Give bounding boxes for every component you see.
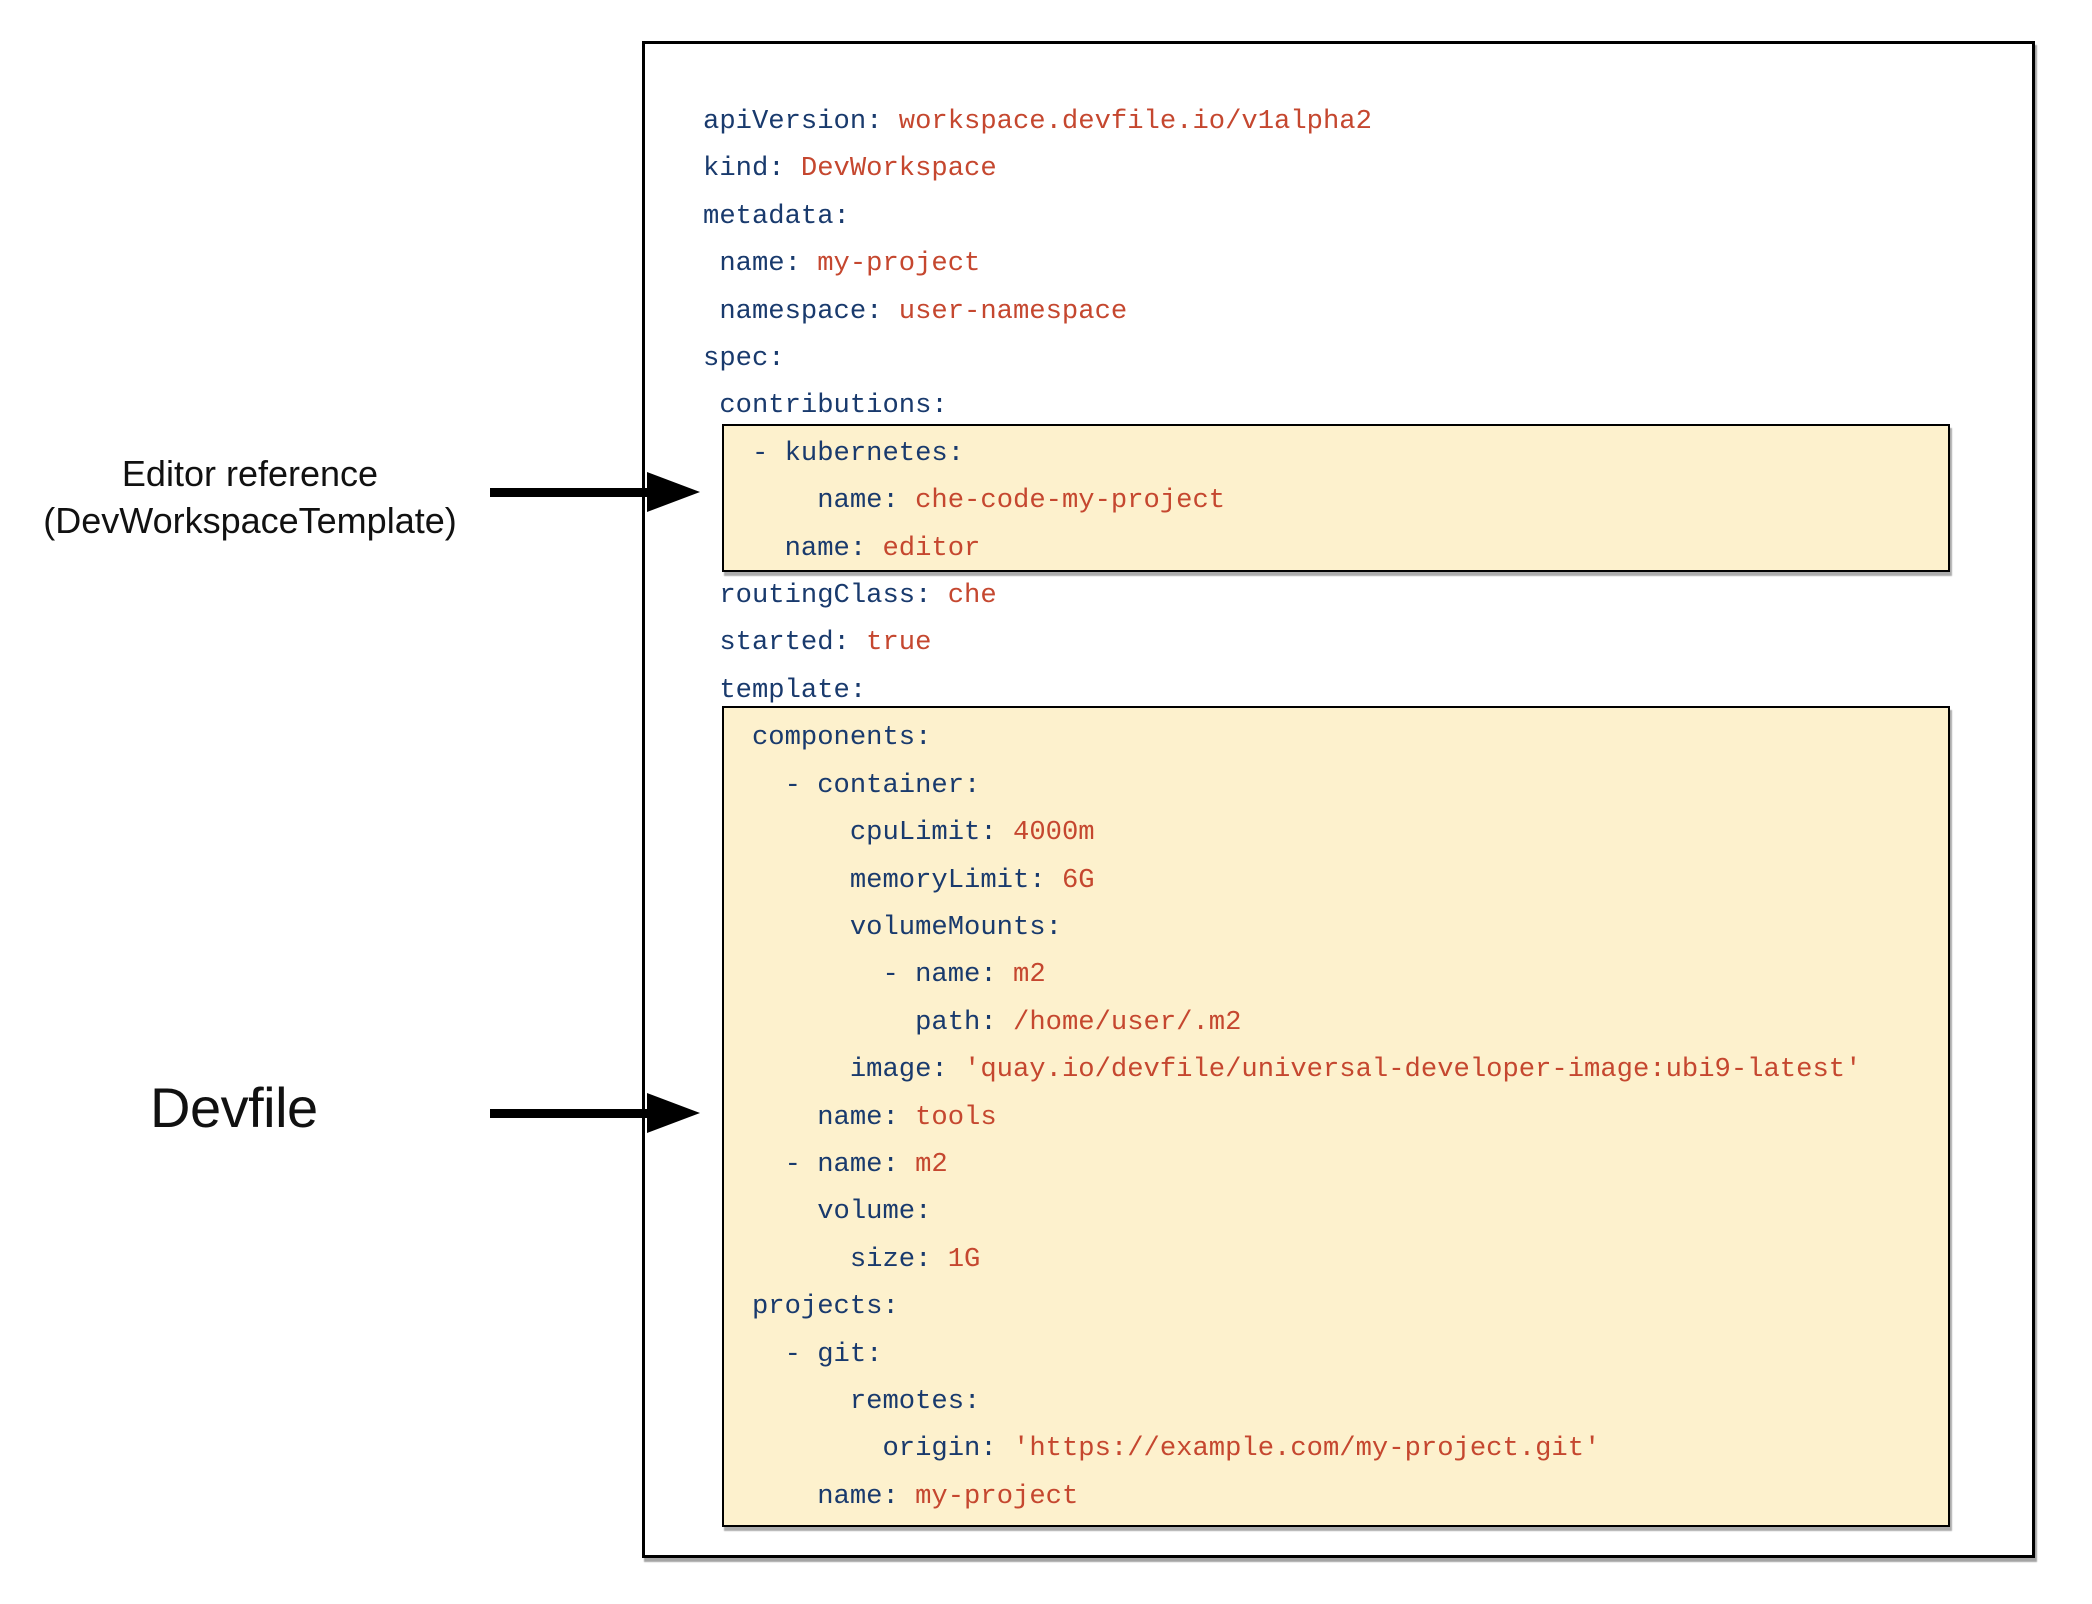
code-line: kind: DevWorkspace: [703, 145, 1861, 192]
editor-reference-arrow: [490, 472, 700, 512]
code-line: apiVersion: workspace.devfile.io/v1alpha…: [703, 98, 1861, 145]
code-line: - container:: [703, 762, 1861, 809]
devfile-arrow: [490, 1093, 700, 1133]
devfile-label: Devfile: [150, 1080, 318, 1136]
code-line: origin: 'https://example.com/my-project.…: [703, 1425, 1861, 1472]
diagram-canvas: apiVersion: workspace.devfile.io/v1alpha…: [0, 0, 2092, 1604]
arrow-head-icon: [647, 1093, 700, 1133]
code-line: path: /home/user/.m2: [703, 999, 1861, 1046]
code-line: name: editor: [703, 525, 1861, 572]
code-line: - name: m2: [703, 1141, 1861, 1188]
code-line: size: 1G: [703, 1236, 1861, 1283]
code-line: started: true: [703, 619, 1861, 666]
code-line: name: che-code-my-project: [703, 477, 1861, 524]
code-line: spec:: [703, 335, 1861, 382]
code-line: name: my-project: [703, 240, 1861, 287]
editor-reference-label-line2: (DevWorkspaceTemplate): [30, 497, 470, 544]
arrow-shaft: [490, 1109, 650, 1118]
code-line: projects:: [703, 1283, 1861, 1330]
yaml-code: apiVersion: workspace.devfile.io/v1alpha…: [703, 98, 1861, 1520]
code-line: name: my-project: [703, 1473, 1861, 1520]
code-line: volumeMounts:: [703, 904, 1861, 951]
code-line: cpuLimit: 4000m: [703, 809, 1861, 856]
editor-reference-label-line1: Editor reference: [30, 450, 470, 497]
arrow-head-icon: [647, 472, 700, 512]
code-line: memoryLimit: 6G: [703, 857, 1861, 904]
code-line: routingClass: che: [703, 572, 1861, 619]
code-line: - kubernetes:: [703, 430, 1861, 477]
code-line: metadata:: [703, 193, 1861, 240]
code-line: - git:: [703, 1331, 1861, 1378]
code-line: template:: [703, 667, 1861, 714]
code-line: namespace: user-namespace: [703, 288, 1861, 335]
arrow-shaft: [490, 488, 650, 497]
code-line: contributions:: [703, 382, 1861, 429]
code-line: image: 'quay.io/devfile/universal-develo…: [703, 1046, 1861, 1093]
code-line: remotes:: [703, 1378, 1861, 1425]
code-line: - name: m2: [703, 951, 1861, 998]
code-line: volume:: [703, 1188, 1861, 1235]
editor-reference-label: Editor reference (DevWorkspaceTemplate): [30, 450, 470, 544]
code-line: name: tools: [703, 1094, 1861, 1141]
code-line: components:: [703, 714, 1861, 761]
